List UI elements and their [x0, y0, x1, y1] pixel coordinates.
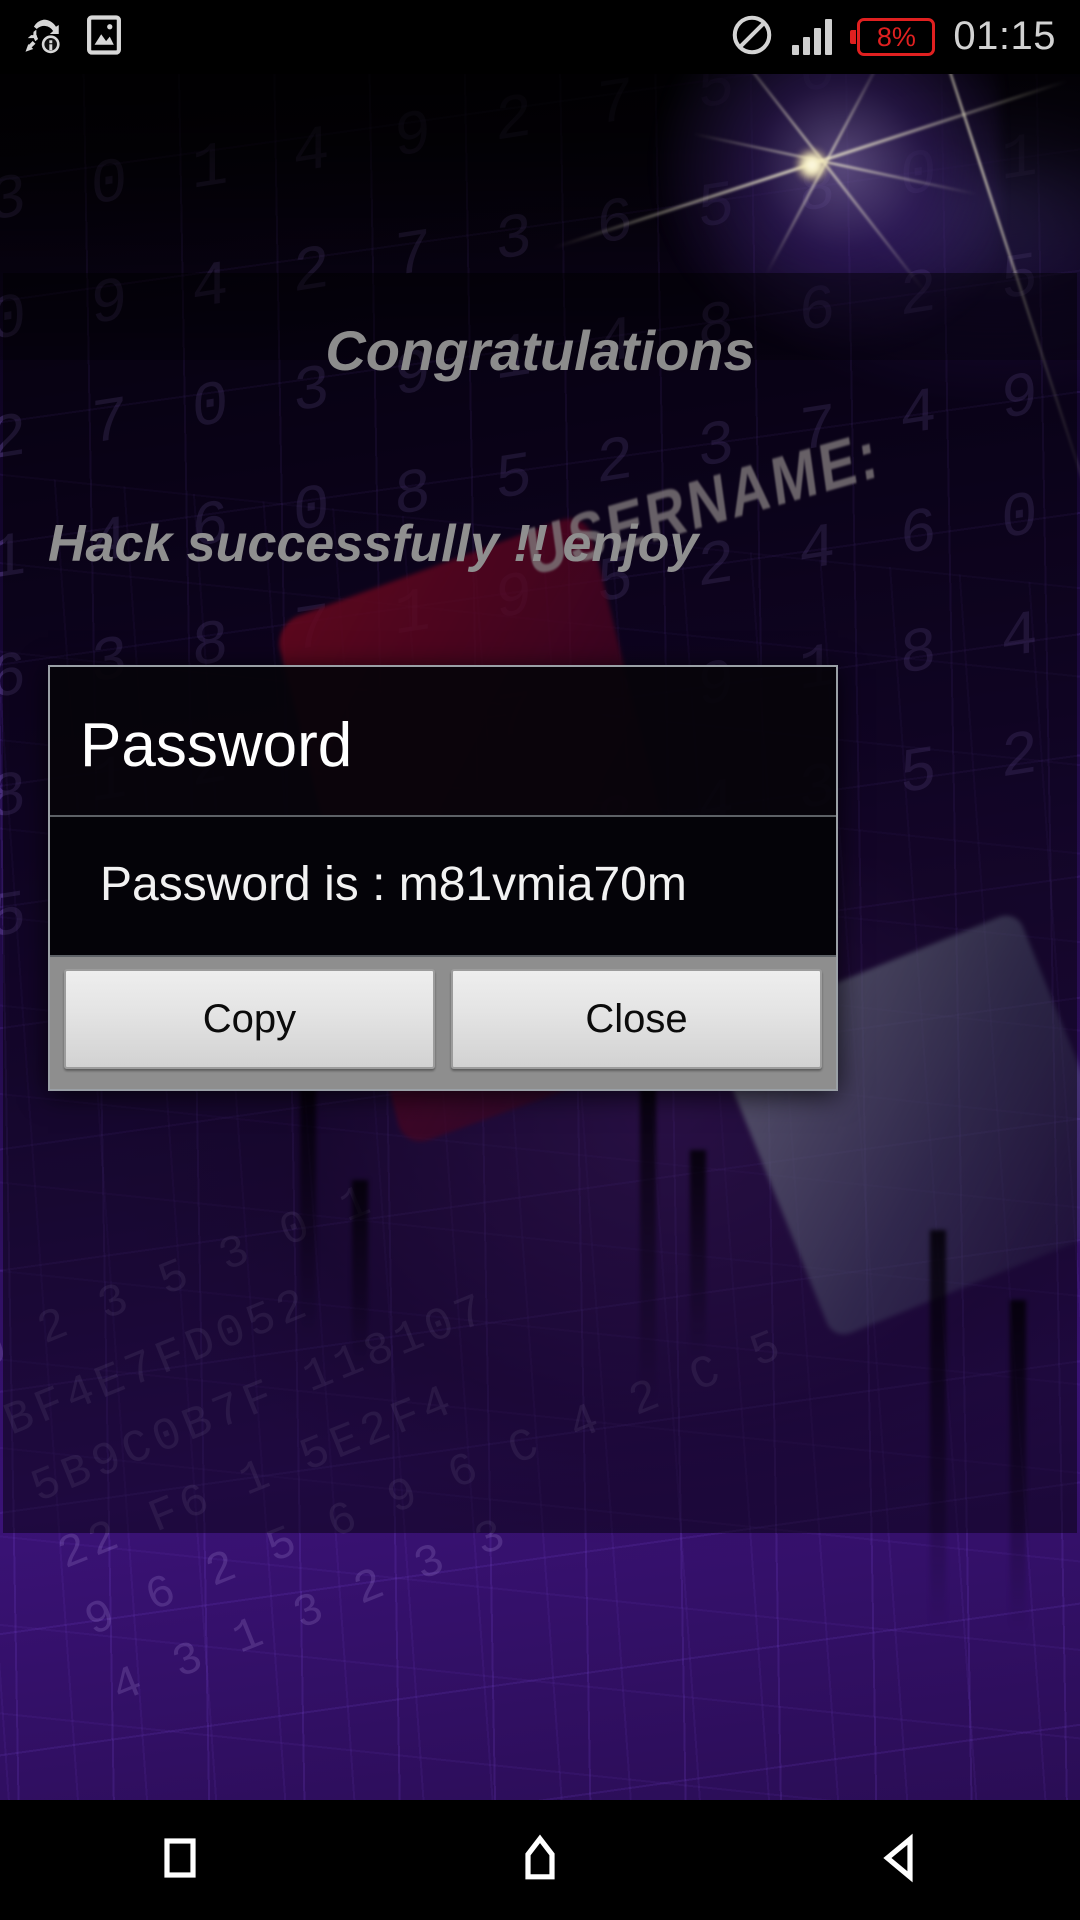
battery-nub-icon	[850, 30, 857, 44]
sync-info-icon	[22, 14, 64, 61]
status-bar-left-icons	[0, 14, 122, 61]
navigation-bar	[0, 1800, 1080, 1920]
back-button[interactable]	[810, 1800, 990, 1920]
wallpaper-drip	[640, 1080, 656, 1400]
congratulations-heading: Congratulations	[325, 319, 755, 382]
phone-screen: 8 3 0 1 4 9 2 7 5 6 1 0 3 8 1 0 9 4 2 7 …	[0, 0, 1080, 1920]
gallery-image-icon	[86, 14, 122, 61]
wallpaper-drip	[930, 1230, 946, 1630]
home-button[interactable]	[450, 1800, 630, 1920]
success-subtitle: Hack successfully !! enjoy	[48, 515, 699, 573]
wallpaper-drip	[300, 1080, 316, 1340]
signal-bars-icon	[792, 19, 833, 55]
wallpaper-drip	[352, 1180, 368, 1370]
status-bar-clock: 01:15	[953, 14, 1056, 58]
home-icon	[514, 1830, 566, 1891]
wallpaper-drip	[690, 1150, 706, 1360]
dialog-title: Password	[80, 711, 353, 780]
status-bar-right-icons: 8% 01:15	[730, 13, 1080, 62]
dialog-message: Password is : m81vmia70m	[50, 817, 836, 955]
close-button[interactable]: Close	[451, 969, 822, 1069]
do-not-disturb-icon	[730, 13, 774, 62]
dialog-button-bar: Copy Close	[50, 955, 836, 1089]
battery-body-icon: 8%	[857, 18, 936, 56]
recents-button[interactable]	[90, 1800, 270, 1920]
battery-percent-label: 8%	[876, 21, 916, 52]
password-dialog: Password Password is : m81vmia70m Copy C…	[48, 665, 838, 1091]
lens-flare-core	[795, 148, 829, 182]
status-bar: 8% 01:15	[0, 0, 1080, 74]
copy-button[interactable]: Copy	[64, 969, 435, 1069]
back-icon	[875, 1830, 925, 1891]
battery-indicator: 8%	[850, 18, 936, 56]
recents-square-icon	[156, 1830, 204, 1891]
wallpaper-drip	[1010, 1300, 1026, 1630]
